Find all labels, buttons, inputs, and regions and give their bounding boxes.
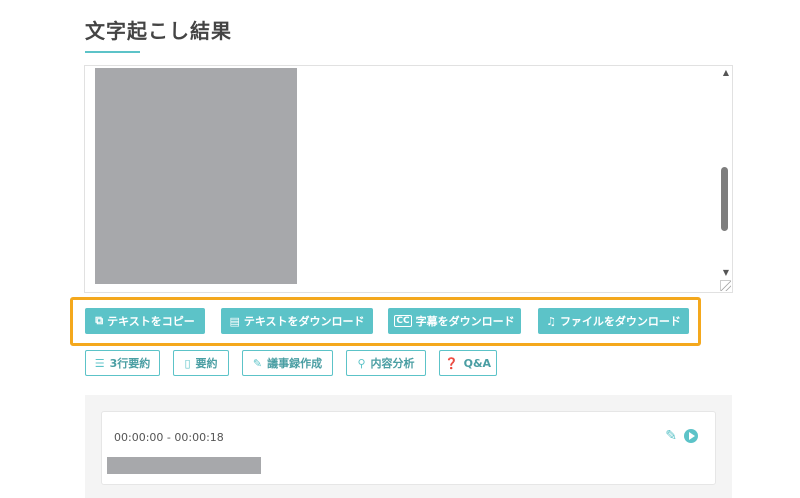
qa-button[interactable]: ❓ Q&A <box>439 350 497 376</box>
segment-card: 00:00:00 - 00:00:18 ✎ <box>101 411 716 485</box>
download-subtitles-button[interactable]: CC 字幕をダウンロード <box>388 308 521 334</box>
minutes-label: 議事録作成 <box>267 357 323 370</box>
segment-list-panel: 00:00:00 - 00:00:18 ✎ <box>85 395 732 498</box>
transcript-textarea[interactable]: ▲ ▼ <box>84 65 733 293</box>
search-icon: ⚲ <box>357 356 366 370</box>
resize-handle-icon[interactable] <box>720 280 731 291</box>
edit-icon: ✎ <box>252 356 263 370</box>
copy-text-label: テキストをコピー <box>107 315 195 328</box>
redacted-transcript-content <box>95 68 297 284</box>
download-subtitles-label: 字幕をダウンロード <box>415 315 515 328</box>
download-text-button[interactable]: ▤ テキストをダウンロード <box>221 308 373 334</box>
redacted-segment-text <box>107 457 261 474</box>
summary-label: 要約 <box>195 357 218 370</box>
minutes-button[interactable]: ✎ 議事録作成 <box>242 350 333 376</box>
summary-button[interactable]: ▯ 要約 <box>173 350 229 376</box>
pencil-icon[interactable]: ✎ <box>665 428 677 444</box>
summary-3lines-button[interactable]: ☰ 3行要約 <box>85 350 160 376</box>
scroll-up-arrow-icon[interactable]: ▲ <box>723 69 729 77</box>
content-analysis-label: 内容分析 <box>370 357 415 370</box>
copy-icon: ⧉ <box>95 314 104 327</box>
music-icon: ♫ <box>546 314 556 328</box>
scroll-down-arrow-icon[interactable]: ▼ <box>723 269 729 277</box>
content-analysis-button[interactable]: ⚲ 内容分析 <box>346 350 426 376</box>
list-icon: ☰ <box>94 356 105 370</box>
download-file-button[interactable]: ♫ ファイルをダウンロード <box>538 308 689 334</box>
download-file-label: ファイルをダウンロード <box>559 315 681 328</box>
cc-icon: CC <box>394 315 412 327</box>
page-title: 文字起こし結果 <box>85 19 232 43</box>
title-underline <box>85 51 140 53</box>
download-text-label: テキストをダウンロード <box>243 315 365 328</box>
play-icon[interactable] <box>684 429 698 443</box>
file-icon: ▤ <box>229 314 240 328</box>
question-icon: ❓ <box>444 356 459 370</box>
summary-3lines-label: 3行要約 <box>109 357 151 370</box>
copy-text-button[interactable]: ⧉ テキストをコピー <box>85 308 205 334</box>
document-icon: ▯ <box>184 356 191 370</box>
segment-timestamp: 00:00:00 - 00:00:18 <box>114 431 224 444</box>
qa-label: Q&A <box>463 356 492 370</box>
scrollbar-thumb[interactable] <box>721 167 728 231</box>
